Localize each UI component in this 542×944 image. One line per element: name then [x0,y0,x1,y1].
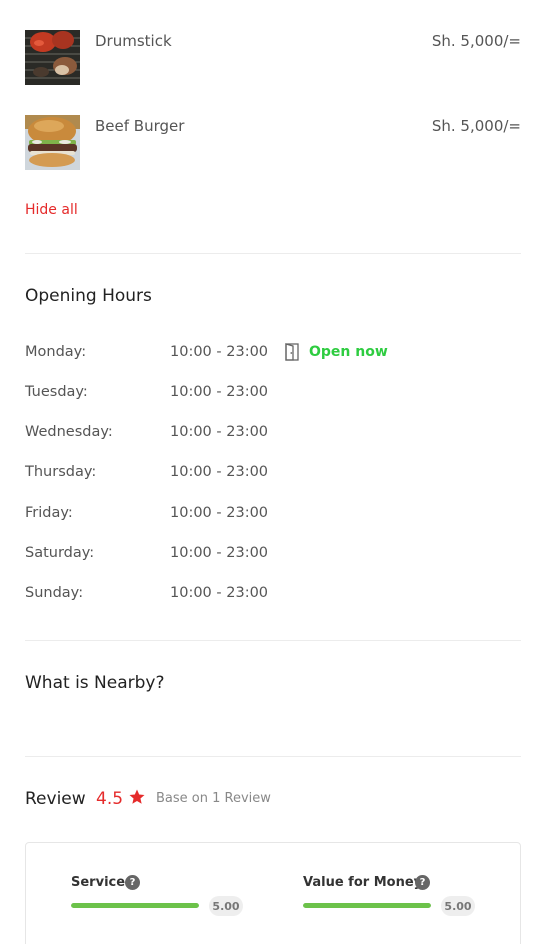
drumstick-thumbnail[interactable] [25,30,80,85]
rating-value-badge: 5.00 [441,896,475,916]
menu-item[interactable]: Beef Burger Sh. 5,000/= [25,115,521,171]
divider [25,253,521,254]
review-header: Review 4.5 Base on 1 Review [25,788,521,812]
review-count: Base on 1 Review [156,791,271,806]
hours-row-friday: Friday: 10:00 - 23:00 [25,505,521,525]
help-icon[interactable]: ? [125,875,140,890]
review-criteria-box: Service ? 5.00 Value for Money ? 5.00 [25,842,521,944]
day-label: Friday: [25,505,73,521]
hide-all-link[interactable]: Hide all [25,202,78,218]
hours-row-wednesday: Wednesday: 10:00 - 23:00 [25,424,521,444]
listing-details: Drumstick Sh. 5,000/= Beef Burger Sh. 5,… [0,0,542,944]
rating-bar [71,903,199,908]
time-range: 10:00 - 23:00 [170,464,269,480]
nearby-title: What is Nearby? [25,673,165,693]
criterion-label: Value for Money [303,875,423,890]
hours-row-tuesday: Tuesday: 10:00 - 23:00 [25,384,521,404]
time-range: 10:00 - 23:00 [170,545,269,561]
hours-row-saturday: Saturday: 10:00 - 23:00 [25,545,521,565]
menu-item-name: Beef Burger [95,117,185,135]
day-label: Thursday: [25,464,97,480]
star-icon [128,788,146,806]
rating-value-badge: 5.00 [209,896,243,916]
time-range: 10:00 - 23:00 [170,585,269,601]
day-label: Tuesday: [25,384,88,400]
opening-hours-title: Opening Hours [25,286,152,306]
rating-bar [303,903,431,908]
open-status: Open now [309,344,388,360]
time-range: 10:00 - 23:00 [170,384,269,400]
help-icon[interactable]: ? [415,875,430,890]
hours-row-thursday: Thursday: 10:00 - 23:00 [25,464,521,484]
review-title: Review [25,789,86,809]
time-range: 10:00 - 23:00 [170,505,269,521]
hours-row-monday: Monday: 10:00 - 23:00 Open now [25,343,521,364]
beef-burger-thumbnail[interactable] [25,115,80,170]
door-open-icon [285,343,299,361]
criterion-label: Service [71,875,126,890]
day-label: Wednesday: [25,424,113,440]
divider [25,756,521,757]
time-range: 10:00 - 23:00 [170,424,269,440]
review-score: 4.5 [96,789,124,809]
day-label: Sunday: [25,585,84,601]
criterion-value-for-money: Value for Money ? 5.00 [303,875,478,917]
time-range: 10:00 - 23:00 [170,344,269,360]
rating-bar-fill [303,903,431,908]
menu-item[interactable]: Drumstick Sh. 5,000/= [25,30,521,86]
rating-bar-fill [71,903,199,908]
divider [25,640,521,641]
hours-row-sunday: Sunday: 10:00 - 23:00 [25,585,521,605]
day-label: Saturday: [25,545,95,561]
menu-item-name: Drumstick [95,32,172,50]
day-label: Monday: [25,344,87,360]
menu-item-price: Sh. 5,000/= [431,117,521,135]
menu-item-price: Sh. 5,000/= [431,32,521,50]
criterion-service: Service ? 5.00 [71,875,246,917]
